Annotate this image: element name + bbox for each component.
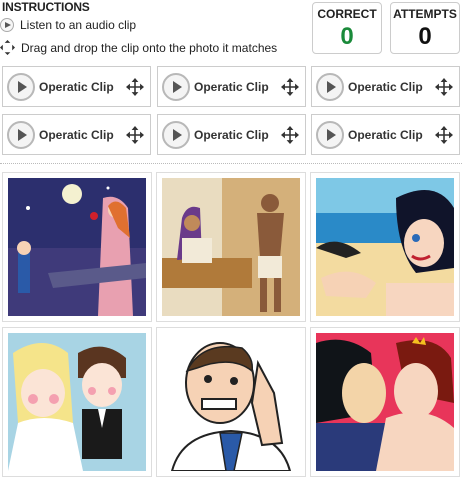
- audio-clip[interactable]: Operatic Clip: [157, 114, 306, 155]
- audio-clip[interactable]: Operatic Clip: [311, 66, 460, 107]
- confused-man-image: [162, 333, 300, 471]
- photo-drop-target[interactable]: [310, 172, 460, 322]
- divider: [0, 163, 462, 164]
- move-icon[interactable]: [281, 78, 299, 96]
- crying-woman-beach-image: [316, 178, 454, 316]
- clip-label: Operatic Clip: [39, 128, 114, 142]
- wedding-couple-image: [8, 333, 146, 471]
- play-button[interactable]: [162, 121, 190, 149]
- photo-drop-target[interactable]: [310, 327, 460, 477]
- play-button[interactable]: [7, 73, 35, 101]
- photo-drop-target[interactable]: [2, 327, 152, 477]
- clip-label: Operatic Clip: [348, 128, 423, 142]
- instructions-title: INSTRUCTIONS: [2, 0, 90, 14]
- instruction-drag-text: Drag and drop the clip onto the photo it…: [21, 40, 278, 55]
- attempts-label: ATTEMPTS: [393, 7, 457, 21]
- balcony-serenade-image: [8, 178, 146, 316]
- photo-drop-target[interactable]: [156, 327, 306, 477]
- correct-value: 0: [340, 23, 354, 50]
- instruction-listen-text: Listen to an audio clip: [20, 18, 137, 32]
- move-icon[interactable]: [126, 78, 144, 96]
- correct-score-box: CORRECT 0: [312, 2, 382, 54]
- play-button[interactable]: [316, 73, 344, 101]
- egyptian-couple-image: [162, 178, 300, 316]
- correct-label: CORRECT: [317, 7, 377, 21]
- clip-label: Operatic Clip: [348, 80, 423, 94]
- audio-clip[interactable]: Operatic Clip: [311, 114, 460, 155]
- photo-drop-target[interactable]: [156, 172, 306, 322]
- kissing-couple-image: [316, 333, 454, 471]
- play-button[interactable]: [162, 73, 190, 101]
- clip-label: Operatic Clip: [194, 128, 269, 142]
- move-icon[interactable]: [126, 126, 144, 144]
- move-icon[interactable]: [435, 78, 453, 96]
- audio-clip[interactable]: Operatic Clip: [2, 66, 151, 107]
- move-icon: [0, 40, 15, 55]
- audio-clip[interactable]: Operatic Clip: [2, 114, 151, 155]
- move-icon[interactable]: [435, 126, 453, 144]
- instruction-listen: Listen to an audio clip: [0, 18, 136, 32]
- photo-drop-target[interactable]: [2, 172, 152, 322]
- clip-label: Operatic Clip: [39, 80, 114, 94]
- instruction-drag: Drag and drop the clip onto the photo it…: [0, 40, 277, 55]
- play-icon: [0, 18, 14, 32]
- play-button[interactable]: [7, 121, 35, 149]
- attempts-value: 0: [418, 23, 432, 50]
- attempts-score-box: ATTEMPTS 0: [390, 2, 460, 54]
- move-icon[interactable]: [281, 126, 299, 144]
- clip-label: Operatic Clip: [194, 80, 269, 94]
- audio-clip[interactable]: Operatic Clip: [157, 66, 306, 107]
- play-button[interactable]: [316, 121, 344, 149]
